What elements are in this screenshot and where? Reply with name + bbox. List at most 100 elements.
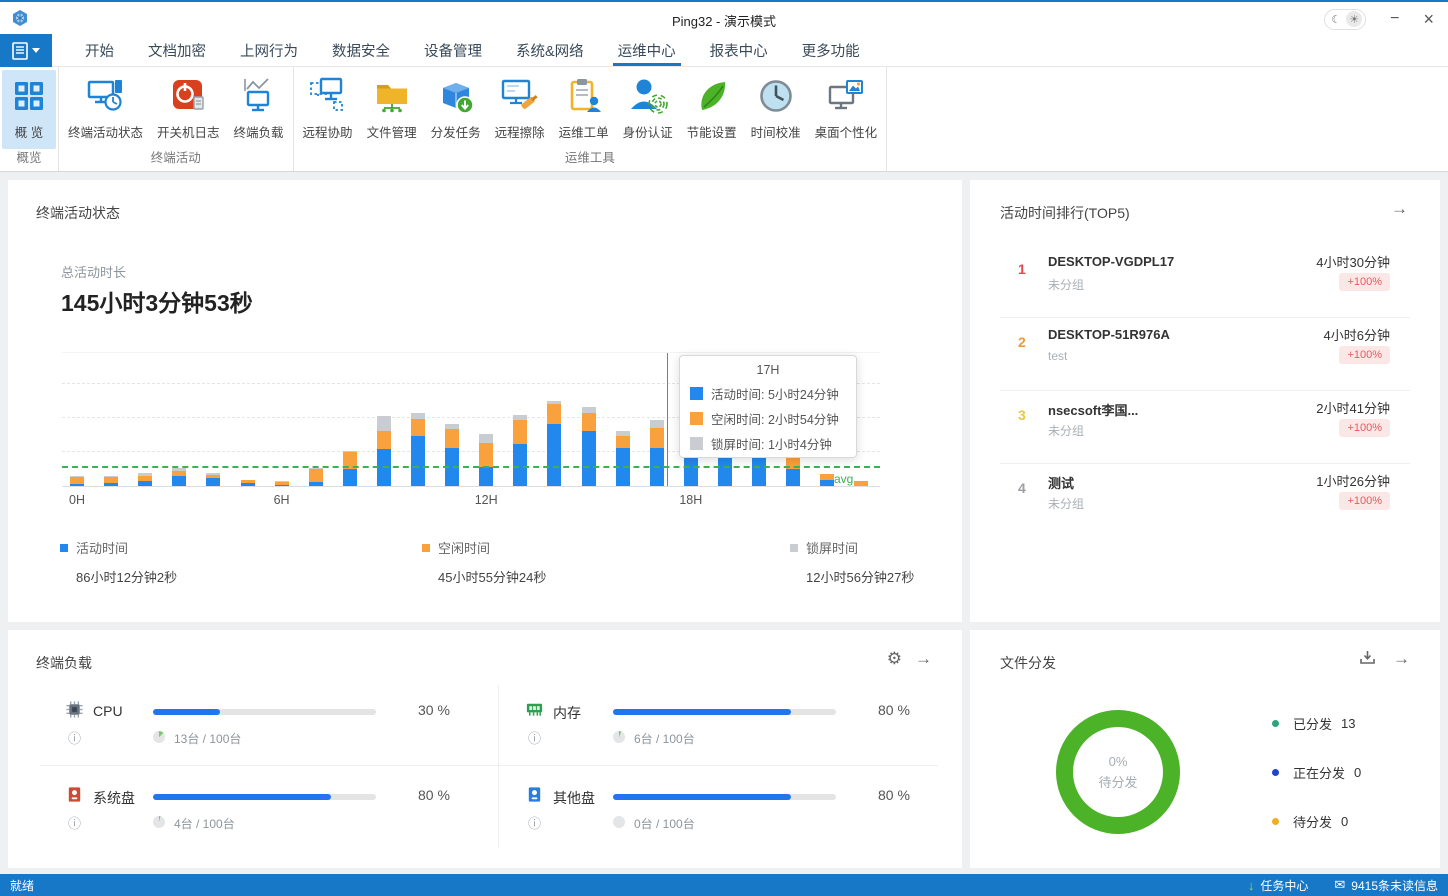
panel-title: 终端活动状态	[36, 203, 120, 223]
toolbar-button-identity[interactable]: 身份认证	[616, 70, 680, 149]
toolbar-button-monitor-clock[interactable]: 终端活动状态	[61, 70, 150, 149]
tooltip-text: 空闲时间: 2小时54分钟	[711, 409, 839, 428]
gear-icon[interactable]: ⚙	[887, 650, 902, 667]
bar-segment	[377, 416, 391, 431]
panel-title: 活动时间排行(TOP5)	[1000, 203, 1130, 223]
toolbar-button-monitor-chart[interactable]: 终端负载	[227, 70, 291, 149]
avg-label: avg	[834, 472, 853, 486]
ribbon-tab-1[interactable]: 文档加密	[131, 34, 223, 66]
power-icon	[168, 76, 208, 116]
load-item-name: 内存	[553, 703, 581, 723]
bar-segment	[172, 476, 186, 487]
minimize-button[interactable]: −	[1390, 11, 1399, 27]
ribbon-tab-label: 设备管理	[424, 40, 482, 61]
load-item-cpu: CPU30 %ⓘ13台 / 100台	[40, 690, 498, 765]
toolbar-button-grid[interactable]: 概 览	[2, 70, 56, 149]
bar-segment	[820, 474, 834, 480]
toolbar-button-label: 远程协助	[303, 122, 353, 141]
info-icon[interactable]: ⓘ	[68, 813, 81, 832]
task-center-button[interactable]: ↓ 任务中心	[1248, 877, 1309, 894]
dist-legend-value: 0	[1341, 814, 1348, 829]
toolbar-button-row: 远程协助文件管理分发任务远程擦除运维工单身份认证节能设置时间校准桌面个性化	[296, 67, 885, 149]
hover-crosshair-line	[667, 353, 668, 486]
toolbar-button-label: 远程擦除	[495, 122, 545, 141]
toolbar-button-label: 文件管理	[367, 122, 417, 141]
bar-segment	[70, 484, 84, 486]
bar-segment	[309, 468, 323, 469]
device-group: 未分组	[1048, 495, 1084, 512]
load-progress-fill	[153, 709, 220, 715]
main-menu-button[interactable]	[0, 34, 52, 67]
terminal-load-panel: 终端负载 ⚙ → CPU30 %ⓘ13台 / 100台内存80 %ⓘ6台 / 1…	[8, 630, 962, 868]
rank-number: 3	[1018, 407, 1026, 423]
bar-segment	[718, 457, 732, 486]
ribbon-tab-0[interactable]: 开始	[68, 34, 131, 66]
tooltip-row: 空闲时间: 2小时54分钟	[690, 406, 846, 431]
sun-icon[interactable]: ☀	[1346, 11, 1362, 27]
toolbar-button-brush[interactable]: 远程擦除	[488, 70, 552, 149]
theme-toggle[interactable]: ☾ ☀	[1324, 9, 1366, 30]
toolbar-button-folder[interactable]: 文件管理	[360, 70, 424, 149]
arrow-right-icon[interactable]: →	[1393, 650, 1410, 667]
document-icon	[12, 42, 28, 60]
toolbar-button-clock[interactable]: 时间校准	[744, 70, 808, 149]
bar-segment	[650, 420, 664, 428]
info-icon[interactable]: ⓘ	[68, 728, 81, 747]
ribbon-tab-label: 文档加密	[148, 40, 206, 61]
bar-segment	[70, 477, 84, 484]
legend-item-2[interactable]: 锁屏时间12小时56分钟27秒	[790, 538, 914, 586]
activity-duration: 2小时41分钟	[1316, 398, 1390, 417]
tooltip-text: 活动时间: 5小时24分钟	[711, 384, 839, 403]
ribbon-tab-7[interactable]: 报表中心	[693, 34, 785, 66]
bar-segment	[411, 413, 425, 419]
bar-segment	[206, 478, 220, 486]
divider	[40, 765, 938, 766]
toolbar-button-power[interactable]: 开关机日志	[150, 70, 227, 149]
ranking-item-3[interactable]: 3nsecsoft李国...未分组2小时41分钟+100%	[1000, 391, 1410, 464]
ribbon-tab-6[interactable]: 运维中心	[601, 34, 693, 66]
toolbar-button-remote[interactable]: 远程协助	[296, 70, 360, 149]
load-percent: 30 %	[418, 702, 450, 718]
ribbon-toolbar: 概 览概览终端活动状态开关机日志终端负载终端活动远程协助文件管理分发任务远程擦除…	[0, 67, 1448, 172]
load-percent: 80 %	[878, 787, 910, 803]
close-button[interactable]: ×	[1423, 10, 1434, 28]
monitor-chart-icon	[239, 76, 279, 116]
ranking-item-2[interactable]: 2DESKTOP-51R976Atest4小时6分钟+100%	[1000, 318, 1410, 391]
toolbar-button-label: 桌面个性化	[815, 122, 878, 141]
toolbar-button-clipboard[interactable]: 运维工单	[552, 70, 616, 149]
toolbar-button-package[interactable]: 分发任务	[424, 70, 488, 149]
bar-segment	[138, 476, 152, 482]
ranking-item-4[interactable]: 4测试未分组1小时26分钟+100%	[1000, 464, 1410, 537]
moon-icon[interactable]: ☾	[1328, 11, 1344, 27]
device-count: 13台 / 100台	[174, 730, 241, 747]
info-icon[interactable]: ⓘ	[528, 813, 541, 832]
bar-segment	[854, 481, 868, 486]
ribbon-tab-label: 系统&网络	[516, 40, 584, 61]
ranking-item-1[interactable]: 1DESKTOP-VGDPL17未分组4小时30分钟+100%	[1000, 245, 1410, 318]
mail-icon: ✉	[1334, 877, 1345, 893]
x-axis: 0H6H12H18H	[62, 493, 880, 509]
toolbar-button-desktop[interactable]: 桌面个性化	[808, 70, 885, 149]
legend-item-0[interactable]: 活动时间86小时12分钟2秒	[60, 538, 177, 586]
info-icon[interactable]: ⓘ	[528, 728, 541, 747]
bar-segment	[138, 481, 152, 486]
ribbon-tab-8[interactable]: 更多功能	[785, 34, 877, 66]
download-icon[interactable]	[1359, 649, 1376, 669]
ribbon-tab-3[interactable]: 数据安全	[315, 34, 407, 66]
ribbon-tab-2[interactable]: 上网行为	[223, 34, 315, 66]
bar-segment	[479, 467, 493, 486]
brush-icon	[500, 76, 540, 116]
unread-messages-button[interactable]: ✉ 9415条未读信息	[1334, 877, 1438, 894]
panel-title: 终端负载	[36, 653, 92, 673]
legend-item-1[interactable]: 空闲时间45小时55分钟24秒	[422, 538, 546, 586]
change-badge: +100%	[1339, 419, 1390, 437]
arrow-right-icon[interactable]: →	[915, 650, 932, 667]
bar-segment	[104, 477, 118, 483]
ribbon-tab-4[interactable]: 设备管理	[407, 34, 499, 66]
bar-segment	[547, 401, 561, 404]
toolbar-group-label: 运维工具	[296, 149, 885, 170]
ribbon-tab-5[interactable]: 系统&网络	[499, 34, 601, 66]
leaf-icon	[692, 76, 732, 116]
arrow-right-icon[interactable]: →	[1391, 200, 1408, 217]
toolbar-button-leaf[interactable]: 节能设置	[680, 70, 744, 149]
